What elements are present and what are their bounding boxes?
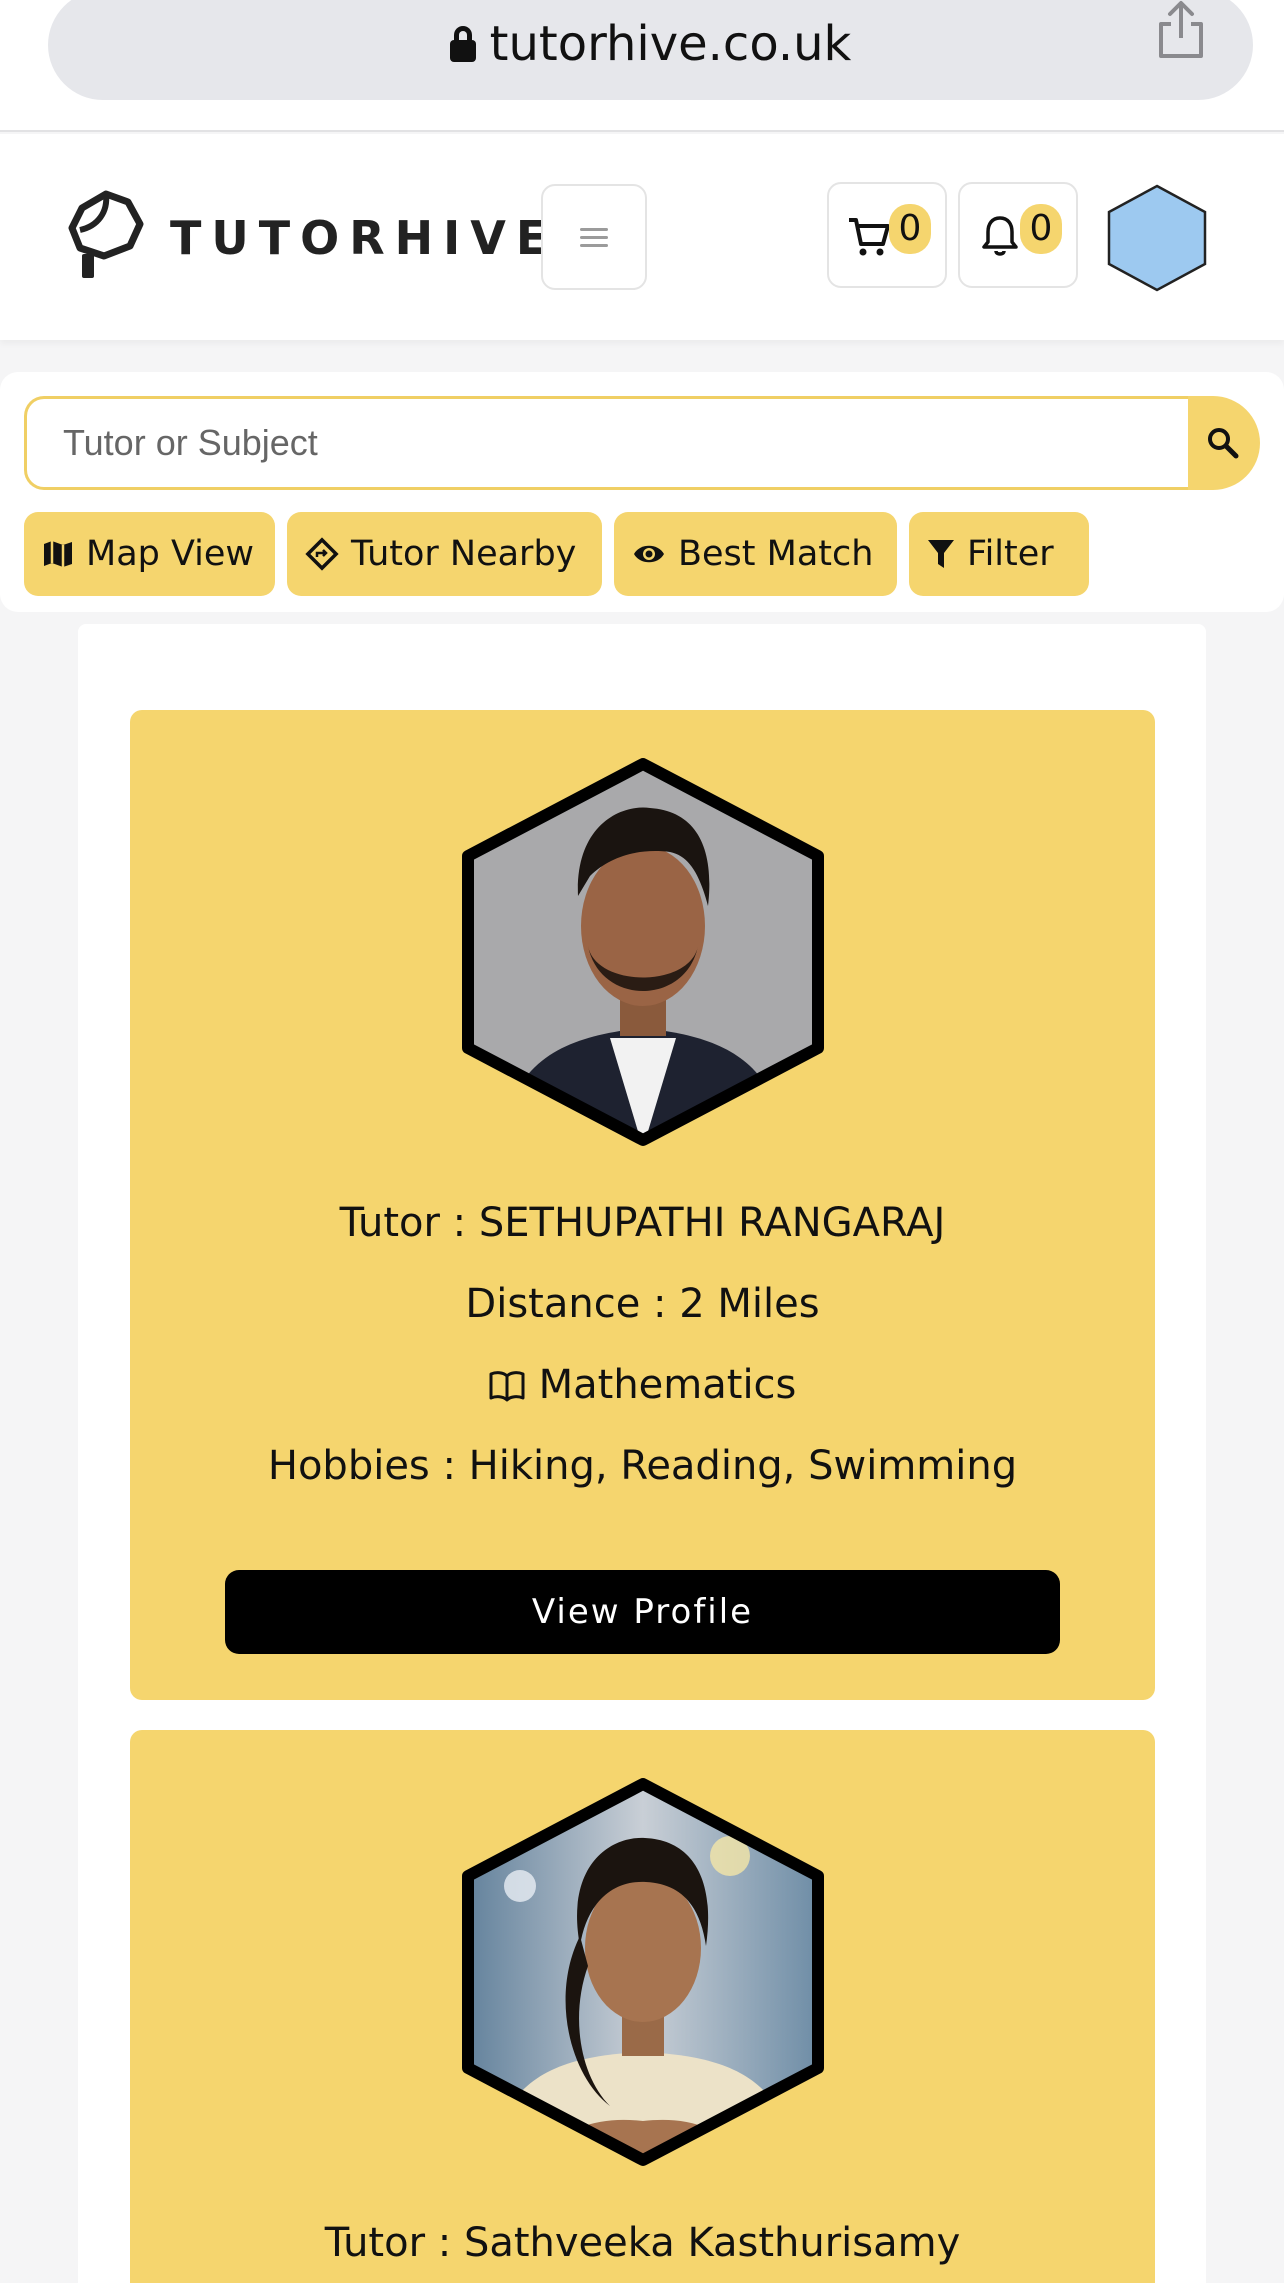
diamond-direction-icon (305, 537, 339, 571)
view-profile-button[interactable]: View Profile (225, 1570, 1060, 1654)
url-display[interactable]: tutorhive.co.uk (48, 16, 1253, 72)
tutor-name: Tutor : SETHUPATHI RANGARAJ (339, 1200, 946, 1246)
map-icon (44, 541, 72, 567)
book-icon (489, 1371, 525, 1402)
tutor-card: Tutor : Sathveeka Kasthurisamy (130, 1730, 1155, 2283)
search-icon (1208, 428, 1239, 459)
search-input[interactable] (24, 396, 1190, 490)
map-view-label: Map View (86, 534, 255, 574)
tutor-card: Tutor : SETHUPATHI RANGARAJ Distance : 2… (130, 710, 1155, 1700)
url-text: tutorhive.co.uk (489, 16, 852, 72)
menu-button[interactable] (541, 184, 647, 290)
search-button[interactable] (1188, 396, 1260, 490)
address-bar[interactable]: tutorhive.co.uk (48, 0, 1253, 100)
tutor-photo-avatar (462, 758, 824, 1146)
subject-label: Mathematics (538, 1362, 797, 1408)
tutor-nearby-chip[interactable]: Tutor Nearby (287, 512, 602, 596)
user-avatar[interactable] (1106, 184, 1208, 292)
cart-icon (849, 218, 890, 256)
best-match-label: Best Match (678, 534, 874, 574)
tutor-distance: Distance : 2 Miles (465, 1281, 820, 1327)
brand-name: TUTORHIVE (170, 211, 558, 265)
notification-count-badge: 0 (1020, 204, 1062, 254)
tutor-hobbies: Hobbies : Hiking, Reading, Swimming (267, 1443, 1018, 1489)
lock-icon (449, 26, 476, 62)
browser-bar: tutorhive.co.uk (0, 0, 1284, 132)
hive-logo-icon (68, 190, 144, 278)
filter-label: Filter (967, 534, 1054, 574)
bell-icon (982, 216, 1018, 256)
map-view-chip[interactable]: Map View (24, 512, 275, 596)
tutor-nearby-label: Tutor Nearby (351, 534, 577, 574)
cart-button[interactable]: 0 (827, 182, 947, 288)
eye-icon (634, 545, 664, 563)
notifications-button[interactable]: 0 (958, 182, 1078, 288)
filter-chip[interactable]: Filter (909, 512, 1089, 596)
funnel-icon (928, 540, 954, 568)
brand-logo[interactable]: TUTORHIVE (68, 188, 557, 288)
best-match-chip[interactable]: Best Match (614, 512, 897, 596)
tutor-photo-avatar (462, 1778, 824, 2166)
tutor-name: Tutor : Sathveeka Kasthurisamy (324, 2220, 961, 2266)
hamburger-icon (580, 223, 608, 252)
tutor-subject: Mathematics (130, 1362, 1155, 1408)
cart-count-badge: 0 (889, 204, 931, 254)
site-header: TUTORHIVE 0 0 (0, 134, 1284, 340)
share-icon[interactable] (1153, 0, 1209, 60)
search-panel: Map View Tutor Nearby Best Match Filter (0, 372, 1284, 612)
